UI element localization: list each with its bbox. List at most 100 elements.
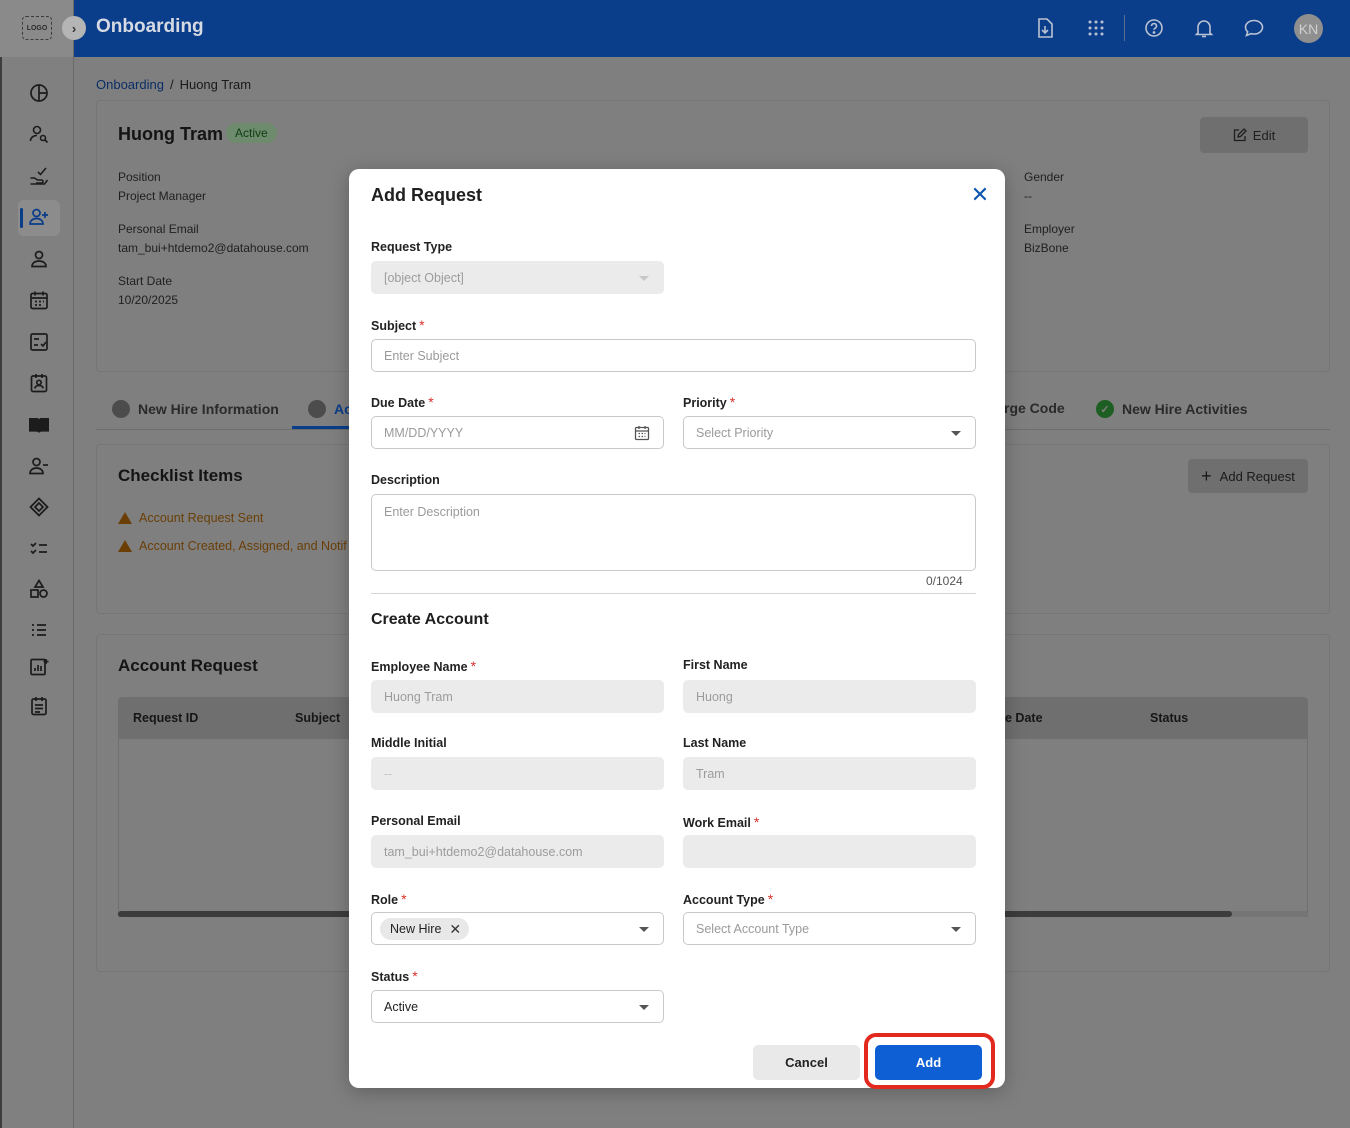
account-type-label: Account Type *	[683, 891, 773, 907]
priority-select[interactable]: Select Priority	[683, 416, 976, 449]
shapes-icon[interactable]	[27, 577, 51, 601]
checklist-item: Account Request Sent	[118, 511, 263, 525]
required-mark: *	[767, 891, 774, 907]
middle-initial-label: Middle Initial	[371, 736, 447, 750]
description-placeholder: Enter Description	[384, 505, 480, 519]
due-date-input[interactable]: MM/DD/YYYY	[371, 416, 664, 449]
bell-icon[interactable]	[1193, 17, 1215, 39]
modal-title: Add Request	[371, 185, 483, 205]
tab-label: New Hire Activities	[1122, 401, 1248, 417]
calendar-icon[interactable]	[27, 288, 51, 312]
middle-initial-value: --	[384, 766, 393, 781]
tag-icon[interactable]	[27, 495, 51, 519]
employer-value: BizBone	[1024, 241, 1069, 255]
hand-check-icon[interactable]	[27, 164, 51, 188]
tab-label: rge Code	[1004, 400, 1065, 416]
add-request-button[interactable]: + Add Request	[1188, 459, 1308, 493]
employer-label: Employer	[1024, 222, 1075, 236]
work-email-input[interactable]	[683, 835, 976, 868]
role-select[interactable]: New Hire ✕	[371, 912, 664, 945]
status-badge: Active	[226, 123, 277, 143]
request-type-label: Request Type	[371, 240, 453, 254]
help-icon[interactable]	[1143, 17, 1165, 39]
create-account-title: Create Account	[371, 611, 489, 628]
task-list-icon[interactable]	[27, 536, 51, 560]
tab-account[interactable]: Ac	[308, 400, 352, 418]
subject-label: Subject *	[371, 317, 425, 333]
warning-icon	[118, 512, 132, 524]
close-icon[interactable]: ✕	[969, 184, 991, 206]
work-email-label: Work Email *	[683, 814, 759, 830]
personal-email-label: Personal Email	[118, 222, 199, 236]
checklist-item-label: Account Request Sent	[139, 511, 264, 525]
user-search-icon[interactable]	[27, 122, 51, 146]
middle-initial-field: --	[371, 757, 664, 790]
chat-icon[interactable]	[1243, 17, 1265, 39]
subject-input[interactable]: Enter Subject	[371, 339, 976, 372]
tab-new-hire-information[interactable]: New Hire Information	[112, 400, 279, 418]
tab-charge-code[interactable]: rge Code	[1004, 400, 1065, 416]
step-dot-icon	[308, 400, 326, 418]
account-type-select[interactable]: Select Account Type	[683, 912, 976, 945]
calendar-icon[interactable]	[634, 425, 650, 441]
apps-grid-icon[interactable]	[1085, 17, 1107, 39]
work-email-label-text: Work Email	[683, 816, 751, 830]
book-icon[interactable]	[27, 413, 51, 437]
edit-button-label: Edit	[1252, 127, 1276, 143]
first-name-label: First Name	[683, 658, 748, 672]
column-header: Subject	[295, 711, 341, 725]
first-name-field: Huong	[683, 680, 976, 713]
add-button[interactable]: Add	[875, 1045, 982, 1080]
breadcrumb-link-onboarding[interactable]: Onboarding	[96, 77, 164, 92]
description-textarea[interactable]: Enter Description	[371, 494, 976, 571]
download-icon[interactable]	[1034, 17, 1056, 39]
breadcrumb-separator: /	[169, 77, 174, 92]
avatar[interactable]: KN	[1294, 14, 1323, 43]
due-date-label-text: Due Date	[371, 396, 426, 410]
checklist-icon[interactable]	[27, 330, 51, 354]
app-title: Onboarding	[96, 16, 204, 37]
tab-new-hire-activities[interactable]: ✓ New Hire Activities	[1096, 400, 1248, 418]
schedule-icon[interactable]	[27, 694, 51, 718]
employee-name-label: Employee Name *	[371, 658, 476, 674]
last-name-label: Last Name	[683, 736, 747, 750]
remove-chip-icon[interactable]: ✕	[449, 921, 461, 938]
user-plus-icon[interactable]	[27, 205, 51, 229]
user-minus-icon[interactable]	[27, 454, 51, 478]
header-separator	[1124, 15, 1125, 41]
add-request-modal: Add Request ✕ Request Type [object Objec…	[349, 169, 1005, 1088]
edit-icon	[1233, 128, 1247, 142]
position-value: Project Manager	[118, 189, 207, 203]
cancel-button[interactable]: Cancel	[753, 1045, 860, 1080]
status-select[interactable]: Active	[371, 990, 664, 1023]
divider	[371, 593, 976, 594]
required-mark: *	[401, 891, 407, 907]
warning-icon	[118, 540, 132, 552]
role-label-text: Role	[371, 893, 399, 907]
checklist-item: Account Created, Assigned, and Notif	[118, 539, 347, 553]
gender-value: --	[1024, 189, 1032, 203]
check-circle-icon: ✓	[1096, 400, 1114, 418]
employee-name-value: Huong Tram	[384, 689, 453, 704]
chevron-down-icon	[639, 276, 649, 281]
report-icon[interactable]	[27, 655, 51, 679]
start-date-label: Start Date	[118, 274, 173, 288]
edit-button[interactable]: Edit	[1200, 117, 1308, 153]
personal-email-value: tam_bui+htdemo2@datahouse.com	[118, 241, 309, 255]
dashboard-icon[interactable]	[27, 81, 51, 105]
column-header: Status	[1150, 711, 1189, 725]
top-bar: LOGO › Onboarding KN	[0, 0, 1350, 57]
checklist-title: Checklist Items	[118, 466, 243, 485]
role-chip-label: New Hire	[390, 922, 442, 936]
request-type-select: [object Object]	[371, 261, 664, 294]
priority-label-text: Priority	[683, 396, 727, 410]
employee-name-label-text: Employee Name	[371, 660, 468, 674]
list-icon[interactable]	[27, 618, 51, 642]
personal-email-value: tam_bui+htdemo2@datahouse.com	[384, 844, 583, 859]
description-label: Description	[371, 473, 440, 487]
person-icon[interactable]	[27, 247, 51, 271]
sidebar-expand-button[interactable]: ›	[62, 16, 86, 40]
employee-name-field: Huong Tram	[371, 680, 664, 713]
badge-icon[interactable]	[27, 371, 51, 395]
required-mark: *	[729, 394, 736, 410]
